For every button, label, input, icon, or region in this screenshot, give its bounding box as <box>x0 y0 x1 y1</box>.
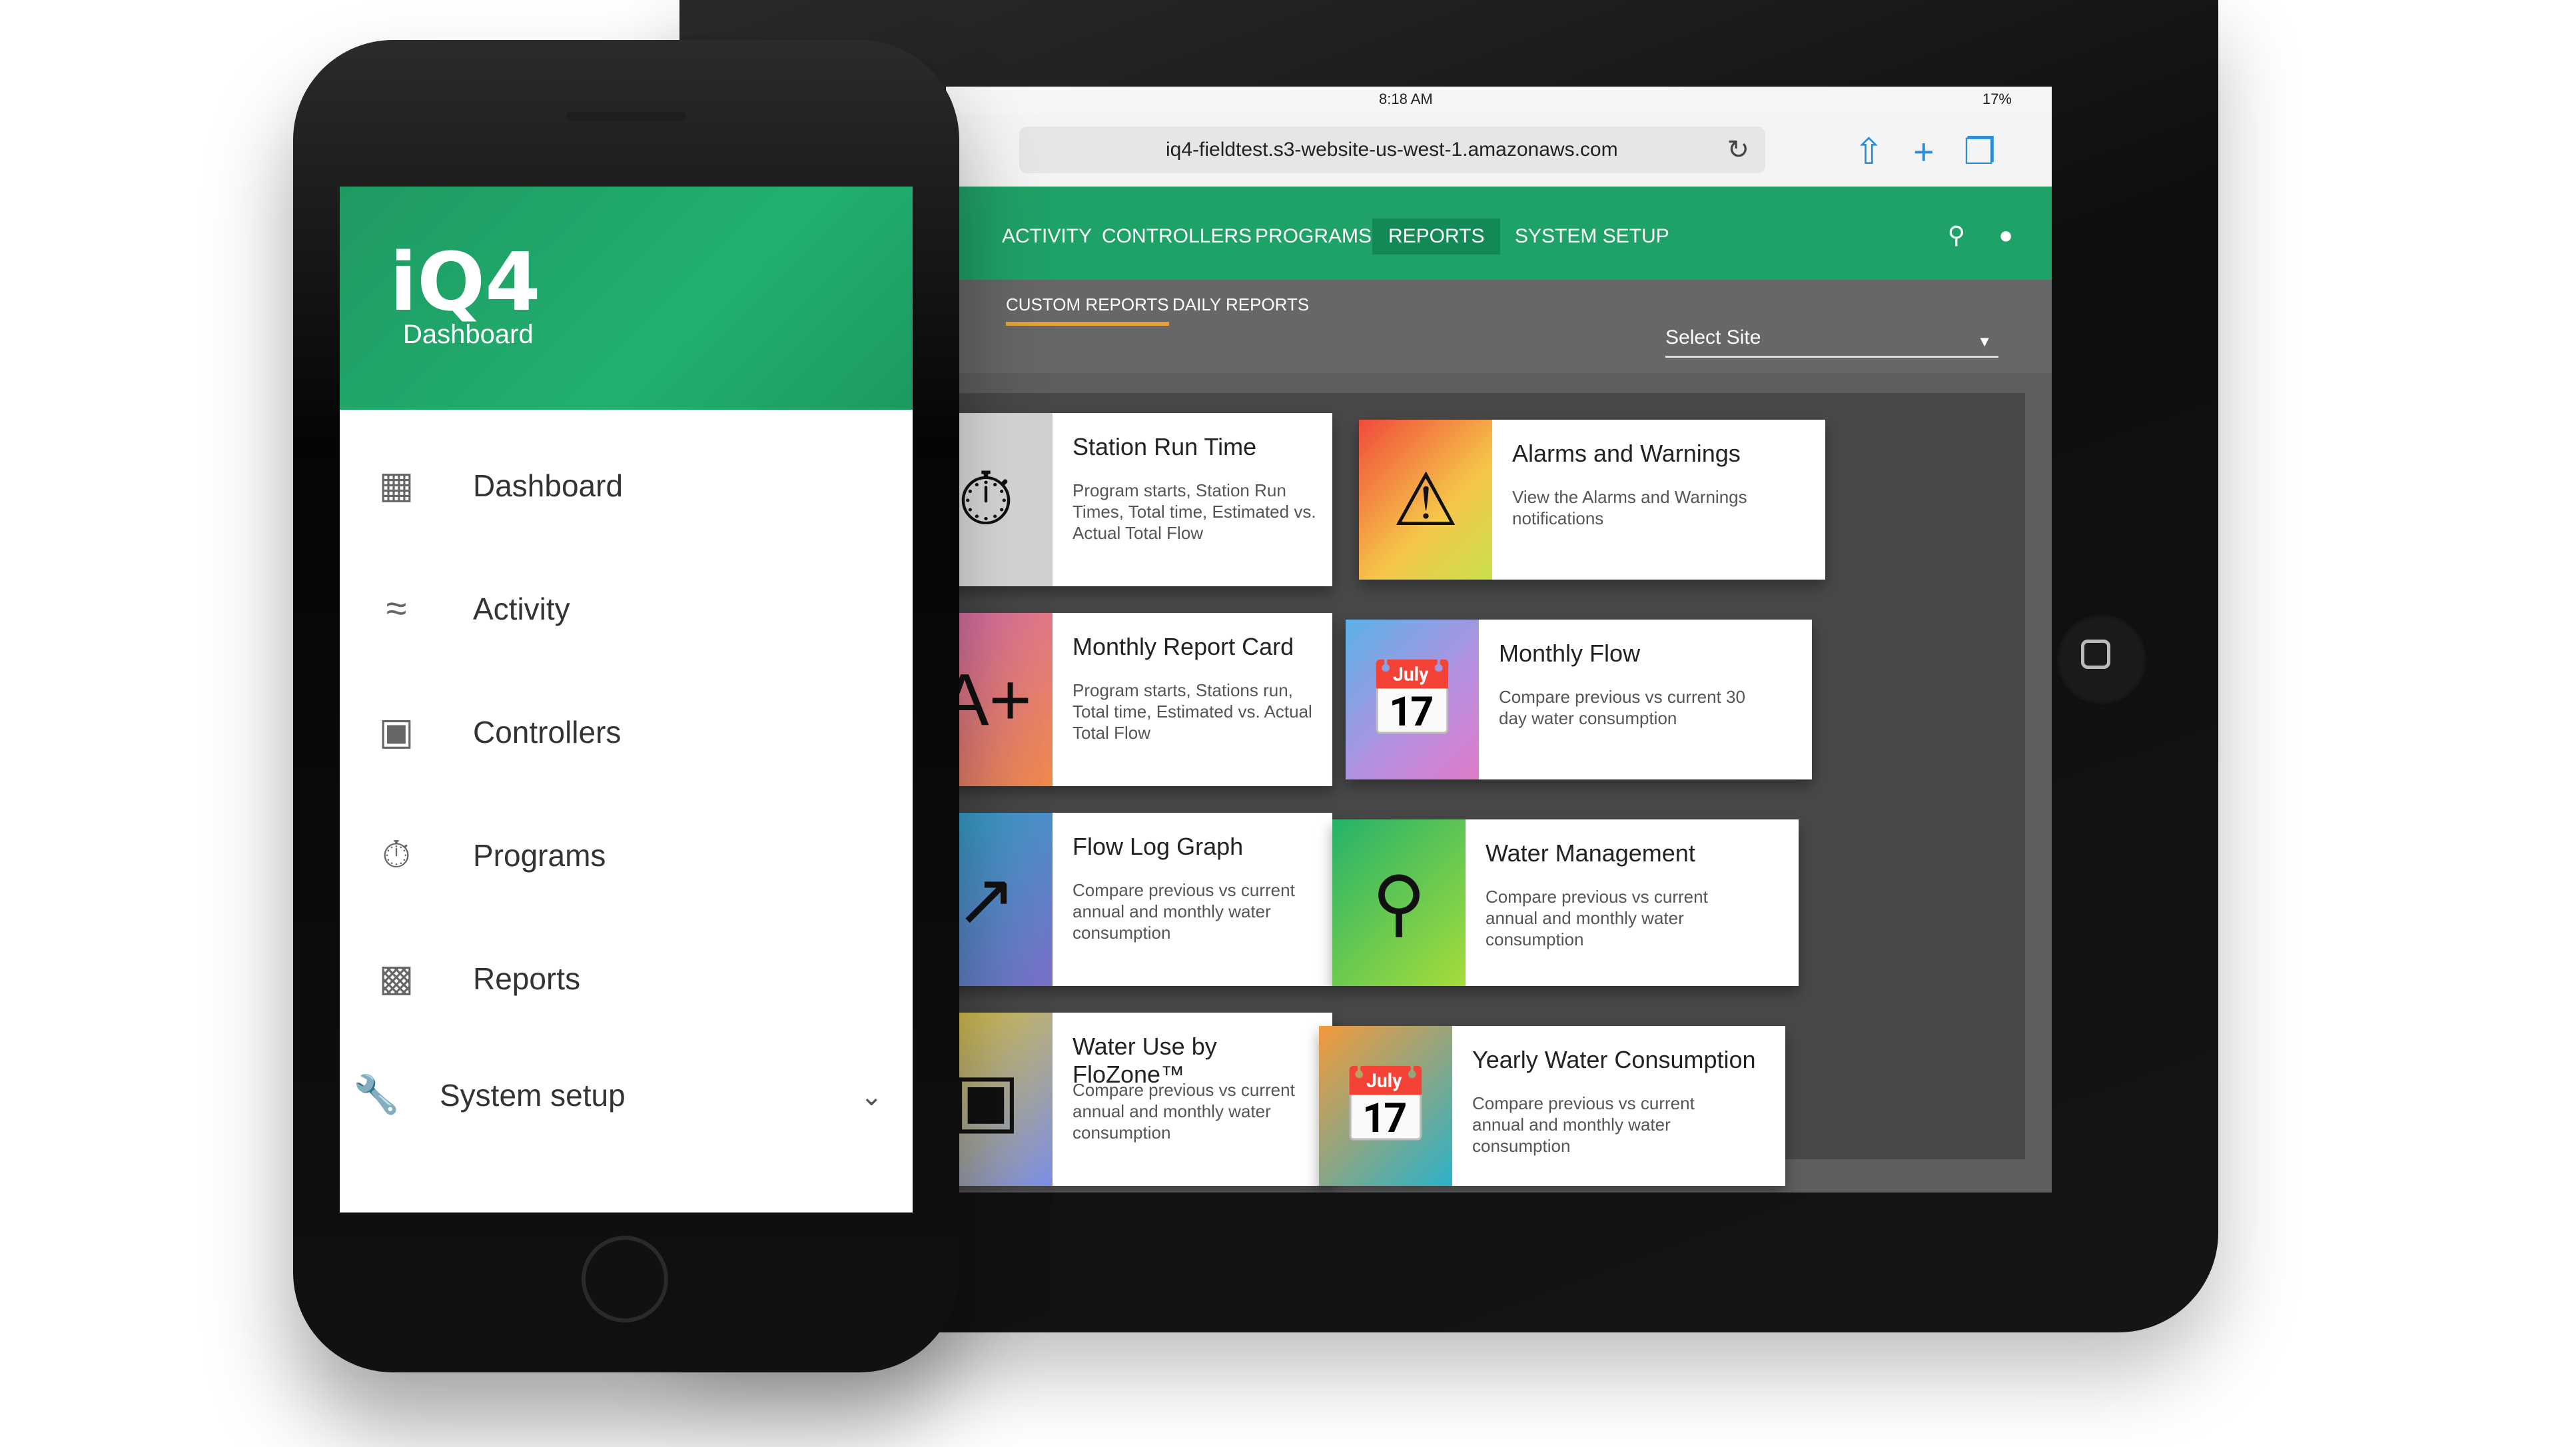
tab-daily-reports[interactable]: DAILY REPORTS <box>1172 294 1309 315</box>
add-tab-icon[interactable]: + <box>1913 132 1964 172</box>
reload-icon[interactable]: ↻ <box>1727 135 1749 165</box>
tabs-icon[interactable]: ❐ <box>1964 132 2025 172</box>
signal-icon: ≈ <box>386 587 407 629</box>
report-card-alarms[interactable]: ⚠ Alarms and Warnings View the Alarms an… <box>1359 420 1825 580</box>
chevron-down-icon[interactable]: ⌄ <box>860 1081 883 1112</box>
tab-custom-reports[interactable]: CUSTOM REPORTS <box>1006 294 1169 326</box>
calendar-icon: 📅 <box>1346 620 1479 779</box>
menu-label: System setup <box>440 1078 626 1113</box>
report-tabs: CUSTOM REPORTS DAILY REPORTS Select Site… <box>946 280 2052 373</box>
phone-speaker <box>566 112 686 121</box>
stopwatch-icon: ⏱ <box>382 833 411 875</box>
card-title: Yearly Water Consumption <box>1472 1046 1756 1073</box>
alarm-badge-icon: ⚠ <box>1359 420 1492 580</box>
menu-label: Activity <box>473 592 570 626</box>
bar-chart-icon: ▩ <box>378 957 414 999</box>
status-time: 8:18 AM <box>1379 91 1433 107</box>
menu-item-reports[interactable]: ▩ Reports <box>340 926 913 1026</box>
card-desc: Compare previous vs current annual and m… <box>1486 887 1708 949</box>
nav-reports[interactable]: REPORTS <box>1372 219 1501 254</box>
app-header: iQ4 Dashboard <box>340 187 913 410</box>
dashboard-icon: ▦ <box>378 464 414 506</box>
trend-arrow-icon: ↗ <box>946 813 1053 986</box>
nav-programs[interactable]: PROGRAMS <box>1239 219 1388 254</box>
menu-label: Dashboard <box>473 468 624 503</box>
phone-screen: iQ4 Dashboard ▦ Dashboard ≈ Activity ▣ C… <box>340 187 913 1212</box>
iq4-logo: iQ4 <box>390 237 541 329</box>
nav-system-setup[interactable]: SYSTEM SETUP <box>1499 219 1685 254</box>
select-site-label: Select Site <box>1665 326 1761 348</box>
card-desc: Compare previous vs current annual and m… <box>1073 1080 1295 1143</box>
url-text: iq4-fieldtest.s3-website-us-west-1.amazo… <box>1166 139 1618 161</box>
phone-home-button[interactable] <box>582 1236 668 1322</box>
card-desc: Program starts, Station Run Times, Total… <box>1073 480 1316 543</box>
menu-label: Programs <box>473 838 606 873</box>
menu-item-programs[interactable]: ⏱ Programs <box>340 803 913 903</box>
sprinkler-icon: ⚲ <box>1332 819 1466 986</box>
report-card-flow-log-graph[interactable]: ↗ Flow Log Graph Compare previous vs cur… <box>946 813 1332 986</box>
report-card-monthly-report-card[interactable]: A+ Monthly Report Card Program starts, S… <box>946 613 1332 786</box>
report-card-water-use-flozone[interactable]: ▣ Water Use by FloZone™ Compare previous… <box>946 1013 1332 1186</box>
header-subtitle: Dashboard <box>403 320 534 349</box>
status-battery: 17% <box>1982 91 2012 107</box>
menu-item-controllers[interactable]: ▣ Controllers <box>340 680 913 779</box>
controller-icon: ▣ <box>378 710 414 752</box>
zone-icon: ▣ <box>946 1013 1053 1186</box>
menu-item-dashboard[interactable]: ▦ Dashboard <box>340 433 913 533</box>
year-calendar-icon: 📅 <box>1319 1026 1452 1186</box>
report-card-water-management[interactable]: ⚲ Water Management Compare previous vs c… <box>1332 819 1799 986</box>
report-card-yearly-water[interactable]: 📅 Yearly Water Consumption Compare previ… <box>1319 1026 1785 1186</box>
browser-action-icons: ⇧+❐ <box>1854 131 2025 173</box>
menu-label: Controllers <box>473 715 622 749</box>
card-title: Station Run Time <box>1073 433 1257 460</box>
card-title: Monthly Flow <box>1499 640 1641 667</box>
browser-toolbar: iq4-fieldtest.s3-website-us-west-1.amazo… <box>946 113 2052 187</box>
user-icon[interactable]: ● <box>1998 221 2013 249</box>
share-icon[interactable]: ⇧ <box>1854 132 1913 172</box>
chevron-down-icon: ▼ <box>1977 333 1992 350</box>
report-card-station-run-time[interactable]: ⏱ Station Run Time Program starts, Stati… <box>946 413 1332 586</box>
grade-icon: A+ <box>946 613 1053 786</box>
stopwatch-icon: ⏱ <box>946 413 1053 586</box>
card-desc: Compare previous vs current annual and m… <box>1073 880 1295 943</box>
menu-item-activity[interactable]: ≈ Activity <box>340 556 913 656</box>
home-square-icon <box>2081 640 2110 669</box>
search-icon[interactable]: ⚲ <box>1948 221 1965 249</box>
card-title: Alarms and Warnings <box>1512 440 1741 467</box>
menu-item-system-setup[interactable]: 🔧 System setup ⌄ <box>340 1043 913 1143</box>
card-title: Water Management <box>1486 839 1695 867</box>
tablet-screen: 8:18 AM 17% iq4-fieldtest.s3-website-us-… <box>946 87 2052 1193</box>
card-title: Flow Log Graph <box>1073 833 1244 860</box>
card-title: Monthly Report Card <box>1073 633 1294 660</box>
reports-grid: ⏱ Station Run Time Program starts, Stati… <box>946 393 2025 1186</box>
status-bar: 8:18 AM 17% <box>946 87 2052 113</box>
wrench-icon: 🔧 <box>353 1073 400 1115</box>
card-desc: Compare previous vs current annual and m… <box>1472 1093 1695 1156</box>
card-desc: Compare previous vs current 30 day water… <box>1499 687 1745 728</box>
menu-label: Reports <box>473 961 581 996</box>
top-nav: ACTIVITY CONTROLLERS PROGRAMS REPORTS SY… <box>946 187 2052 280</box>
select-site-dropdown[interactable]: Select Site ▼ <box>1665 326 1998 358</box>
card-desc: View the Alarms and Warnings notificatio… <box>1512 487 1747 528</box>
url-field[interactable]: iq4-fieldtest.s3-website-us-west-1.amazo… <box>1019 127 1765 173</box>
report-card-monthly-flow[interactable]: 📅 Monthly Flow Compare previous vs curre… <box>1346 620 1812 779</box>
card-desc: Program starts, Stations run, Total time… <box>1073 680 1312 743</box>
